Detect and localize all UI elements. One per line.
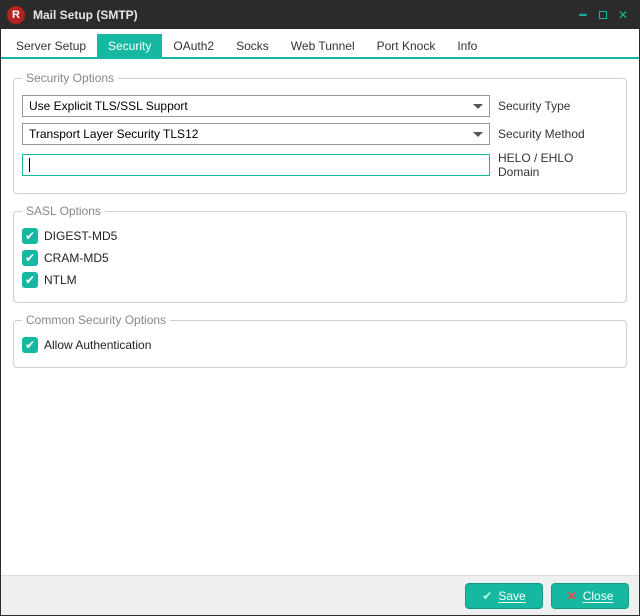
close-button-label: Close — [583, 589, 614, 603]
tab-server-setup[interactable]: Server Setup — [5, 34, 97, 58]
cram-md5-checkbox[interactable]: ✔ — [22, 250, 38, 266]
footer: ✔ Save ✕ Close — [1, 575, 639, 615]
close-icon: ✕ — [567, 589, 577, 603]
minimize-button[interactable]: ━ — [573, 8, 593, 22]
ntlm-checkbox[interactable]: ✔ — [22, 272, 38, 288]
tab-socks[interactable]: Socks — [225, 34, 280, 58]
content-area: Security Options Use Explicit TLS/SSL Su… — [1, 59, 639, 575]
close-window-button[interactable]: ✕ — [613, 8, 633, 22]
allow-authentication-label: Allow Authentication — [44, 338, 151, 352]
security-type-value: Use Explicit TLS/SSL Support — [29, 99, 188, 113]
window-title: Mail Setup (SMTP) — [33, 8, 138, 22]
sasl-options-legend: SASL Options — [22, 204, 105, 218]
close-button[interactable]: ✕ Close — [551, 583, 629, 609]
ntlm-label: NTLM — [44, 273, 77, 287]
cram-md5-label: CRAM-MD5 — [44, 251, 109, 265]
save-button[interactable]: ✔ Save — [465, 583, 543, 609]
security-options-legend: Security Options — [22, 71, 118, 85]
tab-info[interactable]: Info — [446, 34, 488, 58]
digest-md5-checkbox[interactable]: ✔ — [22, 228, 38, 244]
maximize-button[interactable] — [593, 8, 613, 22]
security-method-dropdown[interactable]: Transport Layer Security TLS12 — [22, 123, 490, 145]
security-options-group: Security Options Use Explicit TLS/SSL Su… — [13, 71, 627, 194]
sasl-options-group: SASL Options ✔ DIGEST-MD5 ✔ CRAM-MD5 ✔ N… — [13, 204, 627, 303]
text-caret — [29, 158, 30, 172]
helo-domain-label: HELO / EHLO Domain — [498, 151, 618, 179]
tab-oauth2[interactable]: OAuth2 — [162, 34, 225, 58]
titlebar: R Mail Setup (SMTP) ━ ✕ — [1, 1, 639, 29]
security-type-dropdown[interactable]: Use Explicit TLS/SSL Support — [22, 95, 490, 117]
helo-domain-input[interactable] — [22, 154, 490, 176]
tab-web-tunnel[interactable]: Web Tunnel — [280, 34, 366, 58]
security-method-value: Transport Layer Security TLS12 — [29, 127, 198, 141]
common-security-options-group: Common Security Options ✔ Allow Authenti… — [13, 313, 627, 368]
tab-bar: Server Setup Security OAuth2 Socks Web T… — [1, 29, 639, 59]
tab-port-knock[interactable]: Port Knock — [366, 34, 447, 58]
tab-security[interactable]: Security — [97, 34, 162, 58]
digest-md5-label: DIGEST-MD5 — [44, 229, 117, 243]
common-security-options-legend: Common Security Options — [22, 313, 170, 327]
app-icon: R — [7, 6, 25, 24]
allow-authentication-checkbox[interactable]: ✔ — [22, 337, 38, 353]
security-type-label: Security Type — [498, 99, 618, 113]
check-icon: ✔ — [482, 589, 492, 603]
save-button-label: Save — [498, 589, 525, 603]
security-method-label: Security Method — [498, 127, 618, 141]
